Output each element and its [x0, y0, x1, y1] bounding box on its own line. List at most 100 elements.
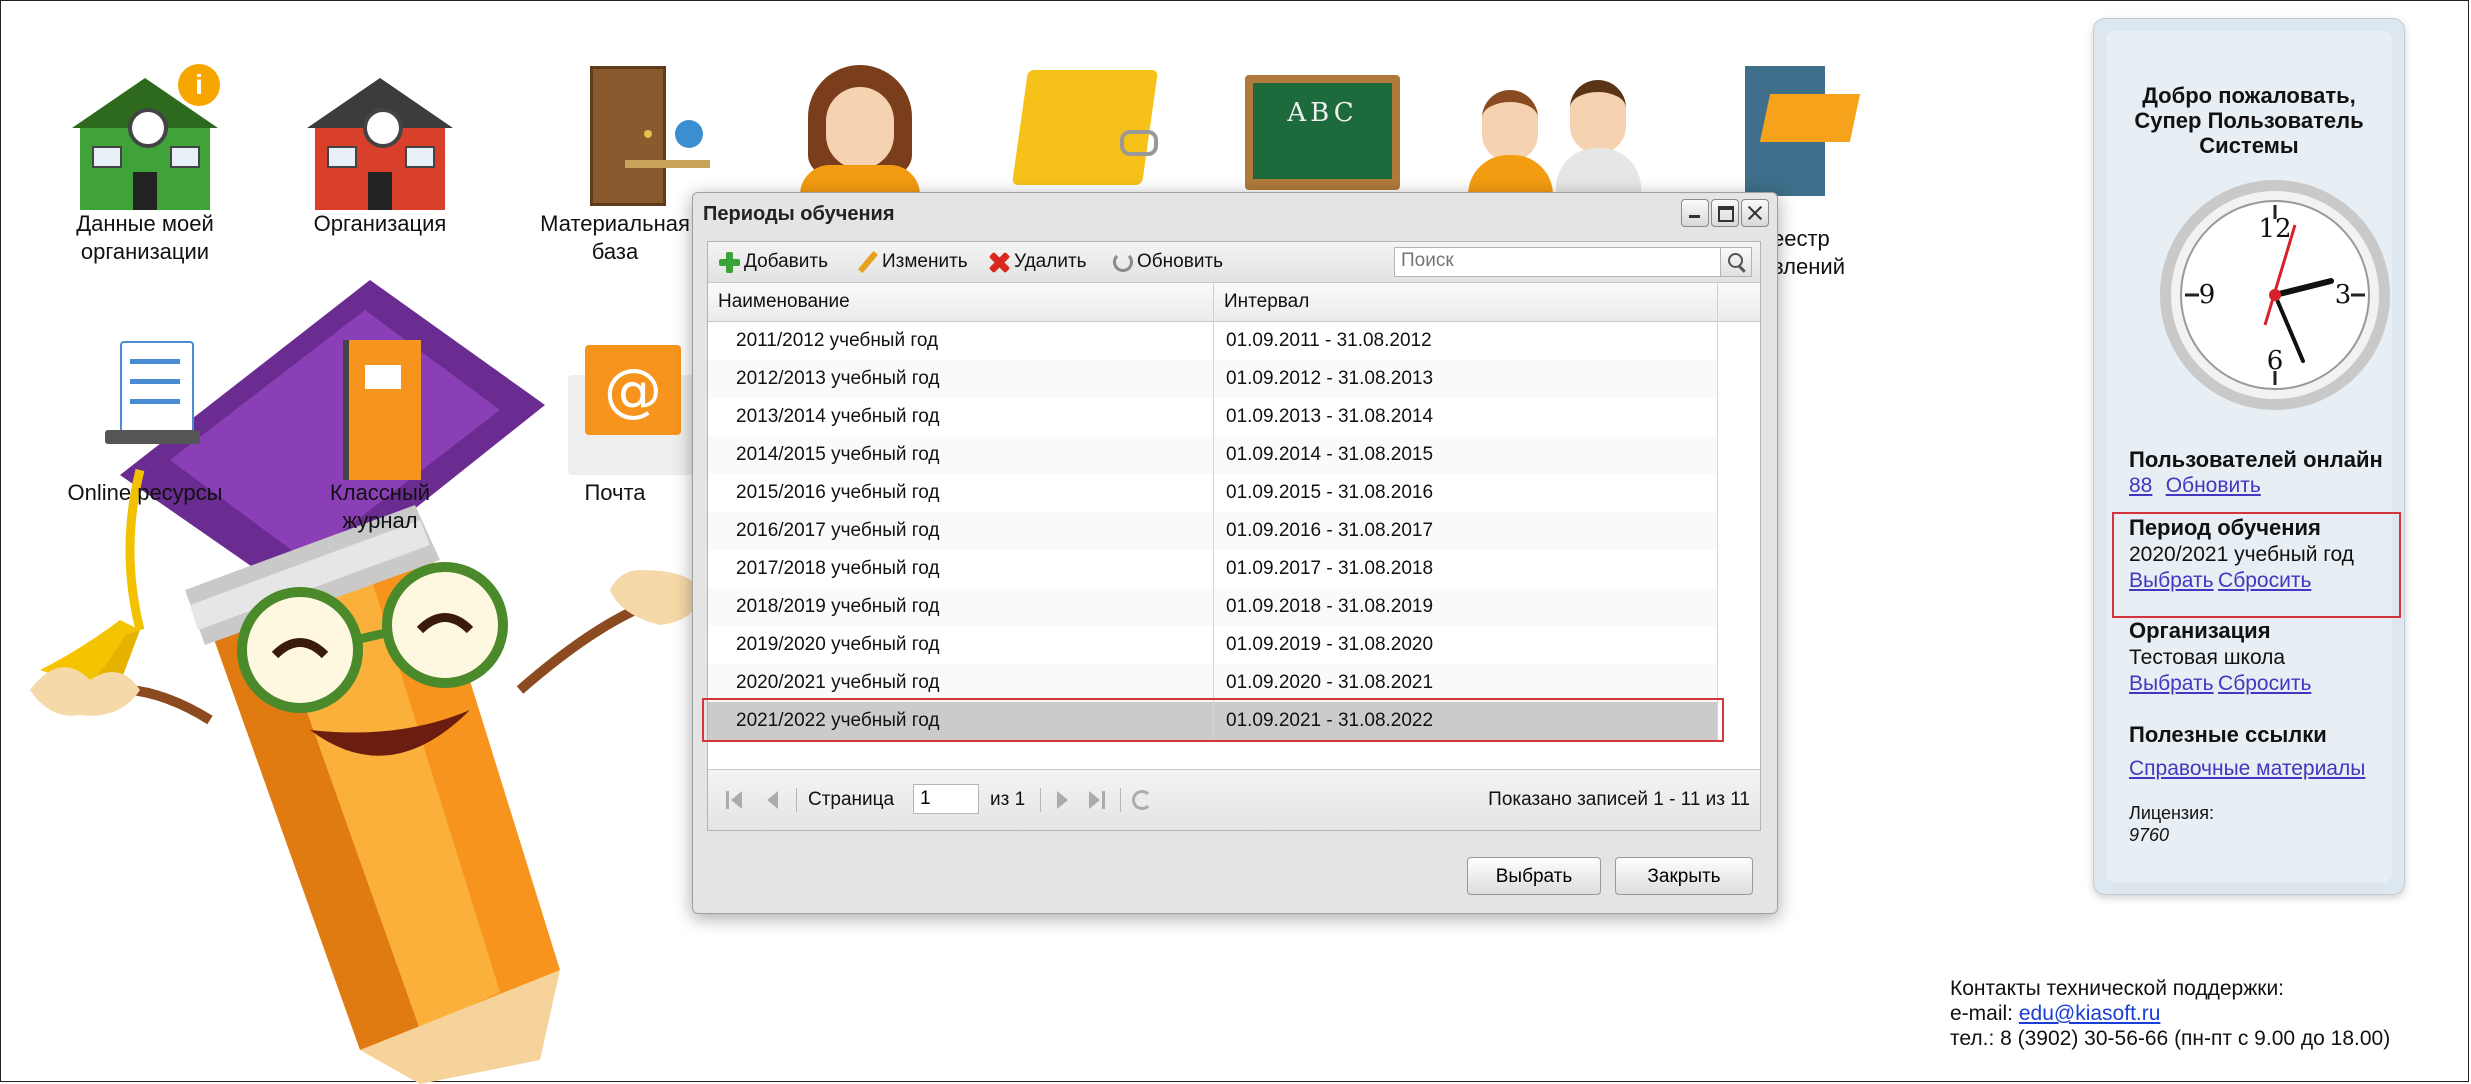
support-email-label: e-mail: [1950, 1002, 2019, 1025]
column-header-name[interactable]: Наименование [708, 283, 1214, 321]
cell-name: 2021/2022 учебный год [708, 702, 1214, 740]
cell-interval: 01.09.2016 - 31.08.2017 [1214, 512, 1718, 550]
my-organization-house-icon: i [60, 60, 230, 210]
online-resources-shortcut[interactable]: Online ресурсы [45, 335, 245, 507]
support-contacts: Контакты технической поддержки: e-mail: … [1950, 976, 2390, 1051]
plus-icon [718, 251, 740, 273]
table-row[interactable]: 2021/2022 учебный год 01.09.2021 - 31.08.… [702, 698, 1724, 742]
my-organization-data-shortcut[interactable]: i Данные моей организации [45, 60, 245, 266]
table-row[interactable]: 2017/2018 учебный год 01.09.2017 - 31.08.… [708, 550, 1718, 589]
users-online-title: Пользователей онлайн [2129, 447, 2383, 472]
folder-icon[interactable] [1005, 70, 1165, 190]
records-summary: Показано записей 1 - 11 из 11 [1488, 789, 1750, 810]
close-button[interactable]: Закрыть [1615, 857, 1753, 895]
organization-shortcut[interactable]: Организация [280, 60, 480, 238]
users-online-refresh-link[interactable]: Обновить [2166, 474, 2261, 497]
cell-interval: 01.09.2018 - 31.08.2019 [1214, 588, 1718, 626]
license-section: Лицензия: 9760 [2129, 802, 2457, 846]
cell-name: 2018/2019 учебный год [708, 588, 1214, 626]
chalkboard-icon[interactable]: ABC [1245, 75, 1400, 190]
search-icon[interactable] [1720, 248, 1751, 276]
grid-toolbar: Добавить Изменить Удалить Обновить [708, 242, 1760, 283]
organization-title: Организация [2129, 618, 2271, 643]
study-periods-dialog: Периоды обучения Добавить Изменить Удали… [692, 192, 1778, 914]
organization-house-icon [295, 60, 465, 210]
grid-pager: Страница из 1 Показано записей 1 - 11 из… [708, 769, 1760, 830]
shortcut-label: еестр [1772, 226, 1830, 251]
page-label: Страница [808, 789, 895, 810]
cell-interval: 01.09.2011 - 31.08.2012 [1214, 322, 1718, 360]
pager-refresh-icon[interactable] [1132, 790, 1152, 810]
first-page-icon[interactable] [726, 790, 746, 810]
material-base-shortcut[interactable]: Материальная база [515, 60, 715, 266]
table-row[interactable]: 2015/2016 учебный год 01.09.2015 - 31.08.… [708, 474, 1718, 513]
cell-interval: 01.09.2015 - 31.08.2016 [1214, 474, 1718, 512]
cell-name: 2016/2017 учебный год [708, 512, 1214, 550]
minimize-icon[interactable] [1681, 199, 1709, 227]
organization-section: Организация Тестовая школа Выбрать Сброс… [2129, 617, 2457, 696]
table-row[interactable]: 2012/2013 учебный год 01.09.2012 - 31.08.… [708, 360, 1718, 399]
table-row[interactable]: 2020/2021 учебный год 01.09.2020 - 31.08.… [708, 664, 1718, 703]
reference-materials-link[interactable]: Справочные материалы [2129, 757, 2365, 780]
cell-interval: 01.09.2013 - 31.08.2014 [1214, 398, 1718, 436]
column-header-interval[interactable]: Интервал [1214, 283, 1718, 321]
last-page-icon[interactable] [1088, 790, 1108, 810]
shortcut-label: Данные моей [76, 211, 214, 236]
shortcut-label: влений [1772, 254, 1845, 279]
organization-select-link[interactable]: Выбрать [2129, 672, 2214, 695]
prev-page-icon[interactable] [763, 790, 783, 810]
cell-name: 2012/2013 учебный год [708, 360, 1214, 398]
edit-button[interactable]: Изменить [856, 250, 968, 274]
cell-interval: 01.09.2014 - 31.08.2015 [1214, 436, 1718, 474]
mail-icon: @ [530, 335, 700, 485]
red-x-icon [988, 251, 1010, 273]
shortcut-label: база [591, 239, 639, 264]
search-field [1394, 247, 1752, 277]
maximize-icon[interactable] [1711, 199, 1739, 227]
select-button[interactable]: Выбрать [1467, 857, 1601, 895]
shortcut-label: Материальная [540, 211, 690, 236]
page-number-input[interactable] [913, 784, 979, 814]
mail-shortcut[interactable]: @ Почта [515, 335, 715, 507]
cell-interval: 01.09.2017 - 31.08.2018 [1214, 550, 1718, 588]
table-row[interactable]: 2011/2012 учебный год 01.09.2011 - 31.08.… [708, 322, 1718, 361]
cell-name: 2013/2014 учебный год [708, 398, 1214, 436]
organization-reset-link[interactable]: Сбросить [2218, 672, 2311, 695]
shortcut-label: журнал [342, 508, 418, 533]
door-desk-icon [530, 60, 710, 210]
cell-name: 2019/2020 учебный год [708, 626, 1214, 664]
license-value: 9760 [2129, 825, 2170, 845]
support-phone: тел.: 8 (3902) 30-56-66 (пн-пт с 9.00 до… [1950, 1027, 2391, 1050]
users-online-count[interactable]: 88 [2129, 474, 2152, 497]
next-page-icon[interactable] [1053, 790, 1073, 810]
dialog-title: Периоды обучения [703, 203, 895, 225]
clock-numeral-3: 3 [2335, 280, 2352, 310]
organization-value: Тестовая школа [2129, 646, 2286, 669]
table-row[interactable]: 2018/2019 учебный год 01.09.2018 - 31.08.… [708, 588, 1718, 627]
analog-clock-icon: 12 3 6 9 [2160, 180, 2390, 410]
table-row[interactable]: 2019/2020 учебный год 01.09.2019 - 31.08.… [708, 626, 1718, 665]
table-row[interactable]: 2013/2014 учебный год 01.09.2013 - 31.08.… [708, 398, 1718, 437]
grid-header: Наименование Интервал [708, 283, 1760, 322]
people-icon[interactable] [1468, 80, 1653, 195]
users-online-section: Пользователей онлайн 88 Обновить [2129, 446, 2457, 498]
support-email-link[interactable]: edu@kiasoft.ru [2019, 1002, 2161, 1025]
cell-interval: 01.09.2021 - 31.08.2022 [1214, 702, 1718, 740]
pencil-icon [856, 251, 878, 273]
cell-name: 2015/2016 учебный год [708, 474, 1214, 512]
useful-links-section: Полезные ссылки Справочные материалы [2129, 721, 2457, 781]
close-icon[interactable] [1741, 199, 1769, 227]
periods-grid-panel: Добавить Изменить Удалить Обновить Наиме… [702, 241, 1761, 831]
student-girl-icon[interactable] [790, 65, 930, 195]
delete-button[interactable]: Удалить [988, 250, 1087, 274]
file-cabinet-icon[interactable] [1735, 66, 1861, 196]
table-row[interactable]: 2014/2015 учебный год 01.09.2014 - 31.08.… [708, 436, 1718, 475]
search-input[interactable] [1395, 248, 1707, 274]
refresh-button[interactable]: Обновить [1113, 250, 1223, 274]
add-button[interactable]: Добавить [718, 250, 828, 274]
table-row[interactable]: 2016/2017 учебный год 01.09.2016 - 31.08.… [708, 512, 1718, 551]
class-journal-shortcut[interactable]: Классный журнал [280, 335, 480, 535]
laptop-checklist-icon [60, 335, 230, 485]
support-title: Контакты технической поддержки: [1950, 977, 2285, 1000]
grid-body: 2011/2012 учебный год 01.09.2011 - 31.08.… [702, 322, 1760, 752]
